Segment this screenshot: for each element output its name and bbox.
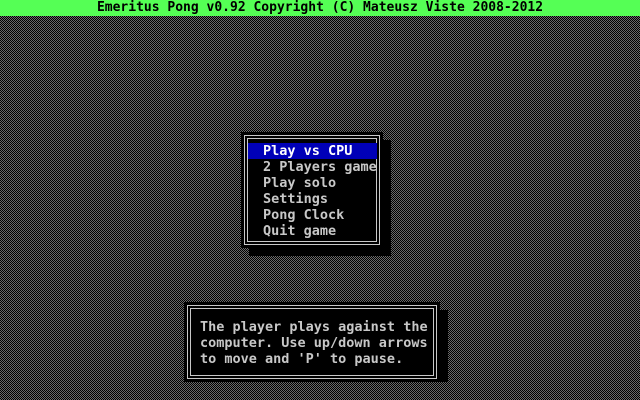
- menu-item-play-solo[interactable]: Play solo: [248, 175, 377, 191]
- description-line: The player plays against the: [200, 319, 428, 335]
- menu-item-quit-game[interactable]: Quit game: [248, 223, 377, 239]
- description-line: computer. Use up/down arrows: [200, 335, 428, 351]
- description-box: The player plays against the computer. U…: [184, 302, 440, 382]
- menu-item-settings[interactable]: Settings: [248, 191, 377, 207]
- description-line: to move and 'P' to pause.: [200, 351, 404, 367]
- game-screen: Emeritus Pong v0.92 Copyright (C) Mateus…: [0, 0, 640, 400]
- menu-item-2-players-game[interactable]: 2 Players game: [248, 159, 377, 175]
- description-text: The player plays against the computer. U…: [200, 319, 432, 367]
- main-menu: Play vs CPU 2 Players game Play solo Set…: [241, 132, 383, 248]
- menu-item-pong-clock[interactable]: Pong Clock: [248, 207, 377, 223]
- menu-item-play-vs-cpu[interactable]: Play vs CPU: [248, 143, 377, 159]
- menu-list: Play vs CPU 2 Players game Play solo Set…: [248, 143, 377, 239]
- title-bar: Emeritus Pong v0.92 Copyright (C) Mateus…: [0, 0, 640, 16]
